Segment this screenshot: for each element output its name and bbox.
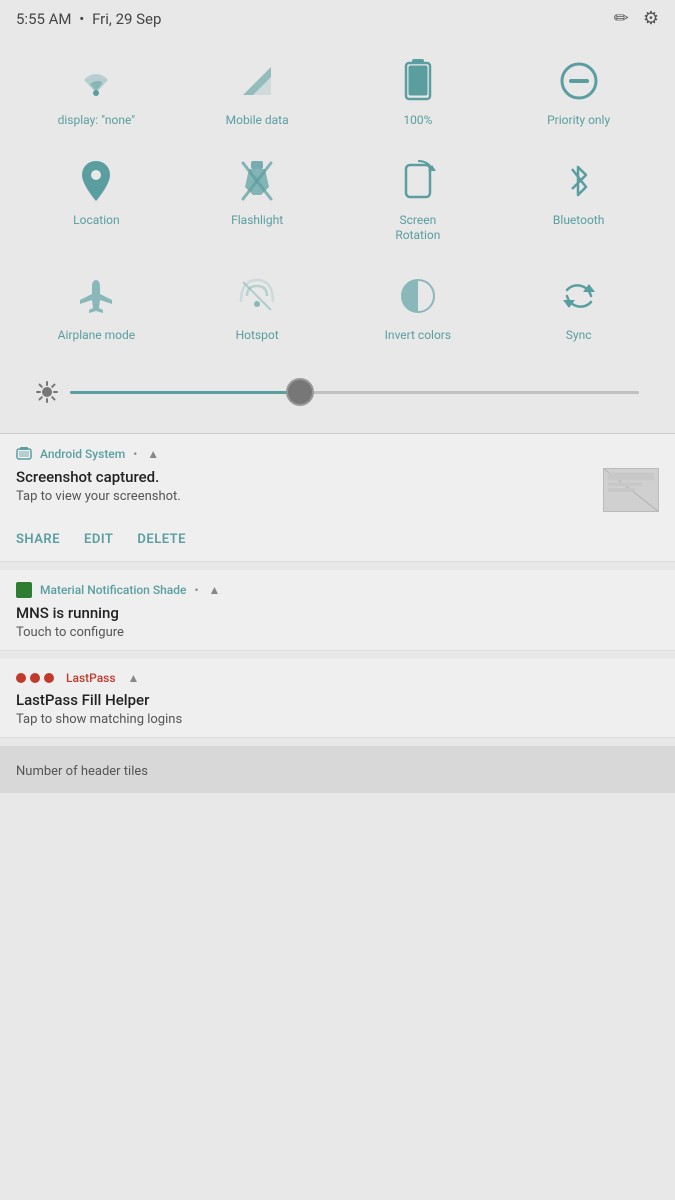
bluetooth-icon — [555, 157, 603, 205]
battery-icon — [394, 57, 442, 105]
gear-icon[interactable]: ⚙ — [643, 8, 659, 29]
notif-subtitle-android: Tap to view your screenshot. — [16, 489, 603, 504]
status-time: 5:55 AM • Fri, 29 Sep — [16, 10, 161, 28]
android-dot: • — [133, 447, 137, 461]
mns-dot: • — [194, 583, 198, 597]
lastpass-name: LastPass — [66, 671, 116, 685]
flashlight-label: Flashlight — [231, 213, 283, 229]
notif-title-lastpass: LastPass Fill Helper — [16, 691, 659, 709]
minus-circle-icon — [555, 57, 603, 105]
sync-icon — [555, 272, 603, 320]
notif-header-lastpass: LastPass ▲ — [16, 671, 659, 685]
notif-header-mns: Material Notification Shade • ▲ — [16, 582, 659, 598]
lastpass-expand-icon[interactable]: ▲ — [128, 671, 140, 685]
notif-actions-android: SHARE EDIT DELETE — [16, 522, 659, 561]
bottom-card-text: Number of header tiles — [16, 764, 148, 779]
notif-title-android: Screenshot captured. — [16, 468, 603, 486]
brightness-icon — [36, 381, 58, 403]
screen-rotation-label: Screen Rotation — [378, 213, 458, 244]
status-bar: 5:55 AM • Fri, 29 Sep ✏ ⚙ — [0, 0, 675, 37]
bottom-card: Number of header tiles — [0, 746, 675, 793]
qs-tile-bluetooth[interactable]: Bluetooth — [539, 157, 619, 244]
wifi-label: display: "none" — [58, 113, 135, 129]
qs-tile-airplane[interactable]: Airplane mode — [56, 272, 136, 344]
qs-tile-screen-rotation[interactable]: Screen Rotation — [378, 157, 458, 244]
edit-button[interactable]: EDIT — [84, 532, 113, 547]
qs-row-3: Airplane mode Hotspot — [16, 272, 659, 344]
airplane-icon — [72, 272, 120, 320]
mns-name: Material Notification Shade — [40, 583, 186, 597]
notif-subtitle-lastpass: Tap to show matching logins — [16, 712, 659, 727]
mns-expand-icon[interactable]: ▲ — [209, 583, 221, 597]
delete-button[interactable]: DELETE — [137, 532, 186, 547]
airplane-label: Airplane mode — [58, 328, 135, 344]
android-system-name: Android System — [40, 447, 125, 461]
notif-text-mns: MNS is running Touch to configure — [16, 604, 659, 640]
qs-tile-flashlight[interactable]: Flashlight — [217, 157, 297, 244]
notif-body-mns: MNS is running Touch to configure — [16, 604, 659, 650]
quick-settings-panel: display: "none" Mobile data 100% — [0, 37, 675, 433]
notification-mns[interactable]: Material Notification Shade • ▲ MNS is r… — [0, 570, 675, 651]
qs-row-1: display: "none" Mobile data 100% — [16, 57, 659, 129]
notification-android-system[interactable]: Android System • ▲ Screenshot captured. … — [0, 434, 675, 562]
qs-tile-battery[interactable]: 100% — [378, 57, 458, 129]
hotspot-icon — [233, 272, 281, 320]
qs-tile-mobile-data[interactable]: Mobile data — [217, 57, 297, 129]
notif-text-lastpass: LastPass Fill Helper Tap to show matchin… — [16, 691, 659, 727]
qs-tile-hotspot[interactable]: Hotspot — [217, 272, 297, 344]
mobile-data-label: Mobile data — [226, 113, 289, 129]
status-icons: ✏ ⚙ — [614, 8, 659, 29]
qs-tile-wifi[interactable]: display: "none" — [56, 57, 136, 129]
location-icon — [72, 157, 120, 205]
battery-label: 100% — [403, 113, 432, 129]
bluetooth-label: Bluetooth — [553, 213, 604, 229]
priority-label: Priority only — [547, 113, 610, 129]
notif-subtitle-mns: Touch to configure — [16, 625, 659, 640]
share-button[interactable]: SHARE — [16, 532, 60, 547]
flashlight-icon — [233, 157, 281, 205]
notification-lastpass[interactable]: LastPass ▲ LastPass Fill Helper Tap to s… — [0, 659, 675, 738]
qs-tile-priority[interactable]: Priority only — [539, 57, 619, 129]
brightness-control — [16, 371, 659, 423]
hotspot-label: Hotspot — [236, 328, 279, 344]
rotation-icon — [394, 157, 442, 205]
brightness-slider[interactable] — [70, 391, 639, 394]
invert-label: Invert colors — [385, 328, 451, 344]
notif-body-android: Screenshot captured. Tap to view your sc… — [16, 468, 659, 522]
notif-text-android: Screenshot captured. Tap to view your sc… — [16, 468, 603, 504]
notif-header-android: Android System • ▲ — [16, 446, 659, 462]
invert-icon — [394, 272, 442, 320]
signal-icon — [233, 57, 281, 105]
qs-tile-location[interactable]: Location — [56, 157, 136, 244]
android-system-icon — [16, 446, 32, 462]
qs-tile-invert[interactable]: Invert colors — [378, 272, 458, 344]
sync-label: Sync — [566, 328, 592, 344]
qs-tile-sync[interactable]: Sync — [539, 272, 619, 344]
wifi-icon — [72, 57, 120, 105]
android-expand-icon[interactable]: ▲ — [147, 447, 159, 461]
notif-thumbnail-android — [603, 468, 659, 512]
qs-row-2: Location Flashlight — [16, 157, 659, 244]
mns-icon — [16, 582, 32, 598]
pencil-icon[interactable]: ✏ — [614, 8, 629, 29]
location-label: Location — [73, 213, 119, 229]
lastpass-icon — [16, 673, 54, 683]
notif-body-lastpass: LastPass Fill Helper Tap to show matchin… — [16, 691, 659, 737]
notif-title-mns: MNS is running — [16, 604, 659, 622]
